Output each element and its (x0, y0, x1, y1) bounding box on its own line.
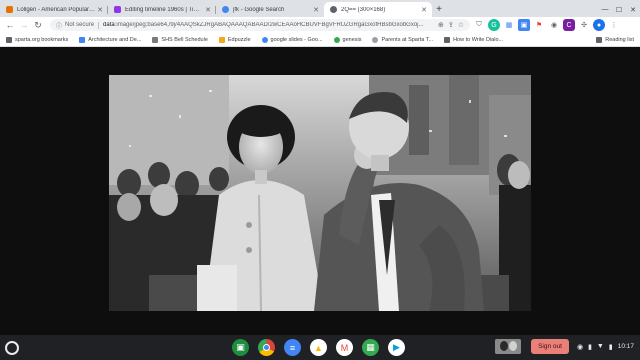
battery-icon: ▮ (608, 343, 613, 351)
holding-space-thumbnail[interactable] (495, 339, 522, 354)
sign-out-button[interactable]: Sign out (531, 339, 569, 354)
bookmark-item[interactable]: SHS Bell Schedule (152, 36, 208, 43)
bookmark-label: Parents at Sparta T... (381, 36, 434, 43)
window-close-icon[interactable]: ✕ (626, 2, 640, 17)
tab-close-icon[interactable]: ✕ (420, 6, 428, 14)
google-icon (261, 36, 268, 43)
extension-image-icon[interactable]: ▣ (518, 19, 530, 31)
bookmark-item[interactable]: google slides - Goo... (261, 36, 323, 43)
launcher-icon[interactable] (5, 340, 19, 355)
bookmark-item[interactable]: Architecture and De... (79, 36, 142, 43)
genesis-icon (333, 36, 340, 43)
url-rest: :image/jpeg;base64,/9j/4AAQSkZJRgABAQAAA… (114, 22, 424, 28)
bookmark-label: genesis (342, 36, 362, 43)
thumbnail-svg (495, 339, 522, 354)
maximize-icon[interactable]: ☐ (612, 2, 626, 17)
extensions-puzzle-icon[interactable]: ✣ (578, 19, 590, 31)
page-icon (152, 36, 159, 43)
reading-list-label: Reading list (605, 36, 634, 43)
bookmark-label: How to Write Dialo... (453, 36, 504, 43)
bookmark-label: Edpuzzle (227, 36, 251, 43)
bookmark-label: google slides - Goo... (270, 36, 323, 43)
chromeos-shelf: ▣ ≡ ▲ M ▦ ▶ Sign out ◉ ▮ ▼ ▮ 10:17 (0, 335, 640, 360)
parents-icon (372, 36, 379, 43)
more-menu-icon[interactable]: ⋮ (608, 19, 620, 31)
bookmark-item[interactable]: genesis (333, 36, 362, 43)
wifi-icon: ▼ (596, 343, 604, 350)
tab-title: Lollgen - American Popular Cult (17, 6, 96, 13)
system-tray[interactable]: ◉ ▮ ▼ ▮ 10:17 (577, 343, 634, 351)
bookmark-star-icon[interactable]: ☆ (458, 21, 464, 29)
forward-icon[interactable]: → (18, 19, 30, 31)
url-scheme: data (103, 22, 115, 28)
bookmark-label: sparta.org bookmarks (15, 36, 69, 43)
edpuzzle-icon (218, 36, 225, 43)
tab-close-icon[interactable]: ✕ (312, 6, 320, 14)
photo-image[interactable] (109, 75, 531, 311)
play-store-app-icon[interactable]: ▶ (388, 339, 405, 356)
browser-toolbar: ← → ↻ ⓘ Not secure data:image/jpeg;base6… (0, 17, 640, 33)
tab-favicon-icon (6, 6, 13, 13)
folder-icon (6, 36, 12, 43)
reload-icon[interactable]: ↻ (32, 19, 44, 31)
bookmark-label: Architecture and De... (88, 36, 142, 43)
back-icon[interactable]: ← (4, 19, 16, 31)
photo-svg (109, 75, 531, 311)
extension-grammar-icon[interactable]: G (488, 19, 500, 31)
tab-title: 2Q== (300×168) (341, 6, 386, 13)
page-icon (444, 36, 451, 43)
clock-time: 10:17 (617, 343, 634, 350)
extension-shield-icon[interactable]: ⛉ (473, 19, 485, 31)
bookmark-label: SHS Bell Schedule (161, 36, 208, 43)
info-icon[interactable]: ⓘ (56, 21, 62, 30)
docs-app-icon[interactable]: ≡ (284, 339, 301, 356)
bookmark-item[interactable]: Edpuzzle (218, 36, 251, 43)
extension-flag-icon[interactable]: ⚑ (533, 19, 545, 31)
bookmark-item[interactable]: sparta.org bookmarks (6, 36, 69, 43)
gmail-app-icon[interactable]: M (336, 339, 353, 356)
reading-list-icon (596, 36, 603, 43)
chrome-app-icon[interactable] (258, 339, 275, 356)
settings-circle-icon: ◉ (576, 343, 584, 351)
shelf-apps: ▣ ≡ ▲ M ▦ ▶ (232, 339, 414, 356)
page-icon (79, 36, 86, 43)
url-text[interactable]: data:image/jpeg;base64,/9j/4AAQSkZJRgABA… (103, 22, 434, 28)
google-favicon-icon (222, 6, 229, 13)
drive-app-icon[interactable]: ▲ (310, 339, 327, 356)
tab-google-search[interactable]: jfk - Google Search ✕ (216, 2, 324, 17)
reading-list-button[interactable]: Reading list (596, 36, 634, 43)
minimize-icon[interactable]: — (598, 2, 612, 17)
bookmark-item[interactable]: Parents at Sparta T... (372, 36, 434, 43)
tab-image-active[interactable]: 2Q== (300×168) ✕ (324, 2, 432, 17)
tab-favicon-icon (114, 6, 121, 13)
extension-circle-icon[interactable]: ◉ (548, 19, 560, 31)
share-icon[interactable]: ⇪ (448, 21, 454, 29)
tab-title: jfk - Google Search (233, 6, 285, 13)
extension-grid-icon[interactable]: ▦ (503, 19, 515, 31)
sheets-app-icon[interactable]: ▦ (362, 339, 379, 356)
tab-timeline[interactable]: Editing timeline 1960s | Timeto ✕ (108, 2, 216, 17)
bookmark-item[interactable]: How to Write Dialo... (444, 36, 504, 43)
tab-lollgen[interactable]: Lollgen - American Popular Cult ✕ (0, 2, 108, 17)
zoom-icon[interactable]: ⊕ (438, 21, 444, 29)
extension-c-icon[interactable]: C (563, 19, 575, 31)
bookmarks-bar: sparta.org bookmarks Architecture and De… (0, 33, 640, 47)
security-label: Not secure (65, 22, 95, 28)
status-area: Sign out ◉ ▮ ▼ ▮ 10:17 (495, 339, 634, 354)
new-tab-button[interactable]: + (432, 2, 446, 17)
profile-avatar[interactable]: ● (593, 19, 605, 31)
tab-close-icon[interactable]: ✕ (96, 6, 104, 14)
address-bar[interactable]: ⓘ Not secure data:image/jpeg;base64,/9j/… (50, 19, 470, 31)
tab-close-icon[interactable]: ✕ (204, 6, 212, 14)
omnibox-divider (98, 21, 100, 29)
tab-title: Editing timeline 1960s | Timeto (125, 6, 204, 13)
tab-strip: Lollgen - American Popular Cult ✕ Editin… (0, 0, 640, 17)
globe-icon (330, 6, 337, 13)
classroom-app-icon[interactable]: ▣ (232, 339, 249, 356)
notification-icon: ▮ (588, 343, 592, 351)
image-viewer (0, 48, 640, 335)
